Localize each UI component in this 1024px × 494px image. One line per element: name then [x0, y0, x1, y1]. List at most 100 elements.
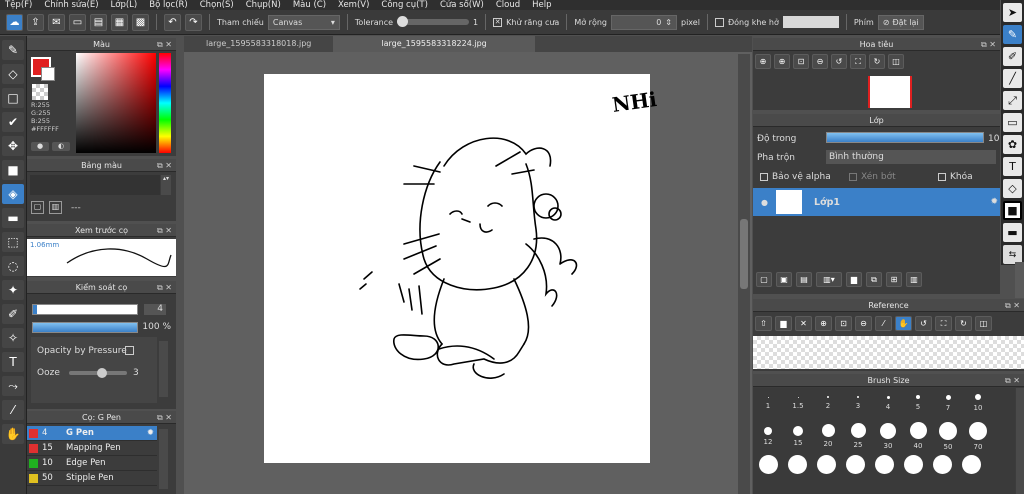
brush-size-cell[interactable]: 15	[783, 421, 813, 451]
tab-document-2[interactable]: large_1595583318224.jpg	[333, 36, 535, 52]
brush-size-cell[interactable]: 1	[753, 388, 783, 418]
menu-edit[interactable]: Chỉnh sửa(E)	[39, 0, 105, 10]
brush-dot[interactable]	[759, 455, 778, 474]
brush-item-stipple-pen[interactable]: 50 Stipple Pen	[27, 471, 157, 486]
zoom-in-icon[interactable]: ⊕	[755, 54, 771, 69]
rotate-left-icon[interactable]: ↺	[915, 316, 932, 331]
menu-file[interactable]: Tệp(F)	[0, 0, 39, 10]
brush-icon[interactable]: ✐	[1003, 47, 1022, 66]
palette-scroll[interactable]: ▴▾	[161, 175, 171, 195]
fill-square-icon[interactable]: ■	[2, 160, 24, 180]
panel-divider-arrow-icon[interactable]	[1015, 262, 1024, 298]
eye-icon[interactable]: ●	[761, 198, 768, 207]
eraser-icon[interactable]: ◇	[1003, 179, 1022, 198]
navigator-thumbnail[interactable]	[868, 76, 912, 108]
scrollbar[interactable]	[159, 429, 168, 489]
rotate-left-icon[interactable]: ↺	[831, 54, 847, 69]
check-brush-icon[interactable]: ✔	[2, 112, 24, 132]
curve-icon[interactable]: ⤢	[1003, 91, 1022, 110]
saturation-value-picker[interactable]	[76, 53, 156, 153]
text-icon[interactable]: T	[2, 352, 24, 372]
tolerance-slider[interactable]	[397, 16, 470, 27]
gradient-icon[interactable]: ▬	[2, 208, 24, 228]
slider-knob[interactable]	[397, 16, 409, 27]
brush-item-edge-pen[interactable]: 10 Edge Pen	[27, 456, 157, 471]
background-color[interactable]	[41, 67, 55, 81]
zoom-in-icon[interactable]: ⊕	[815, 316, 832, 331]
layer-menu-icon[interactable]: ▥▾	[816, 272, 842, 287]
brush-dot[interactable]	[846, 455, 865, 474]
menu-select[interactable]: Chọn(S)	[195, 0, 241, 10]
brush-size-cell[interactable]: 70	[963, 421, 993, 451]
panel-close-icon[interactable]: ⧉ ✕	[1005, 374, 1020, 387]
slider-knob[interactable]	[97, 368, 107, 378]
transform-icon[interactable]: ⤳	[2, 376, 24, 396]
brush-dot[interactable]	[904, 455, 923, 474]
brush-dot[interactable]	[875, 455, 894, 474]
menu-tools[interactable]: Công cụ(T)	[376, 0, 435, 10]
brush-size-cell[interactable]: 50	[933, 421, 963, 451]
move-icon[interactable]: ✥	[2, 136, 24, 156]
canvas-scrollbar[interactable]	[738, 54, 750, 494]
reference-image-area[interactable]	[753, 336, 1024, 369]
menu-cloud[interactable]: Cloud	[491, 0, 527, 10]
hue-slider[interactable]	[159, 53, 171, 153]
select-pen-icon[interactable]: ✐	[2, 304, 24, 324]
brush-size-slider[interactable]	[32, 304, 138, 315]
menu-window[interactable]: Cửa sổ(W)	[435, 0, 491, 10]
menu-view[interactable]: Xem(V)	[333, 0, 376, 10]
line-icon[interactable]: ╱	[1003, 69, 1022, 88]
color-mode-icon[interactable]: ●	[31, 142, 49, 151]
duplicate-icon[interactable]: ⧉	[866, 272, 882, 287]
close-icon[interactable]: ✕	[795, 316, 812, 331]
cloud-icon[interactable]: ☁	[6, 13, 23, 31]
trash-icon[interactable]: ▥	[49, 201, 62, 214]
brush-size-cell[interactable]: 3	[843, 388, 873, 418]
share-icon[interactable]: ⇪	[27, 13, 44, 31]
fit-icon[interactable]: ⊡	[793, 54, 809, 69]
flip-icon[interactable]: ◫	[888, 54, 904, 69]
brush-size-cell[interactable]: 5	[903, 388, 933, 418]
panel-close-icon[interactable]: ⧉ ✕	[157, 281, 172, 294]
grid-icon[interactable]: ▦	[111, 13, 128, 31]
scrollbar[interactable]	[1016, 388, 1024, 494]
menu-layer[interactable]: Lớp(L)	[106, 0, 145, 10]
brush-dot[interactable]	[788, 455, 807, 474]
reset-button[interactable]: ⊘ Đặt lại	[877, 14, 924, 30]
brush-item-mapping-pen[interactable]: 15 Mapping Pen	[27, 441, 157, 456]
text-icon[interactable]: T	[1003, 157, 1022, 176]
brush-size-value[interactable]: 4	[144, 304, 166, 315]
brush-dot[interactable]	[962, 455, 981, 474]
eyedropper-icon[interactable]: ⁄	[875, 316, 892, 331]
rect-select-icon[interactable]: ⬚	[2, 232, 24, 252]
document-icon[interactable]: ▤	[90, 13, 107, 31]
brush-size-cell[interactable]: 25	[843, 421, 873, 451]
brush-item-g-pen[interactable]: 4G Pen ✹	[27, 426, 157, 441]
pen-icon[interactable]: ✎	[2, 40, 24, 60]
lasso-icon[interactable]: ◌	[2, 256, 24, 276]
panel-close-icon[interactable]: ⧉ ✕	[157, 411, 172, 424]
opacity-slider[interactable]	[32, 322, 138, 333]
clipping-checkbox[interactable]	[849, 173, 857, 181]
brush-size-cell[interactable]: 40	[903, 421, 933, 451]
select-eraser-icon[interactable]: ✧	[2, 328, 24, 348]
flip-icon[interactable]: ◫	[975, 316, 992, 331]
brush-size-cell[interactable]: 30	[873, 421, 903, 451]
protect-alpha-checkbox[interactable]	[760, 173, 768, 181]
brush-size-cell[interactable]: 10	[963, 388, 993, 418]
new-layer-icon[interactable]: ▢	[756, 272, 772, 287]
new-vector-layer-icon[interactable]: ▣	[776, 272, 792, 287]
gap-color-swatch[interactable]	[782, 16, 839, 28]
panel-close-icon[interactable]: ⧉ ✕	[981, 38, 996, 51]
folder-icon[interactable]: ▆	[775, 316, 792, 331]
expand-stepper[interactable]: 0 ⇕	[611, 14, 677, 30]
comment-icon[interactable]: ✉	[48, 13, 65, 31]
reference-select[interactable]: Canvas ▾	[267, 14, 340, 30]
trash-icon[interactable]: ▥	[906, 272, 922, 287]
panel-close-icon[interactable]: ⧉ ✕	[157, 159, 172, 172]
eraser-icon[interactable]: ◇	[2, 64, 24, 84]
layer-row[interactable]: ● Lớp1 ✹	[753, 188, 1000, 216]
hand-icon[interactable]: ✋	[2, 424, 24, 444]
layer-opacity-slider[interactable]	[826, 132, 984, 143]
opacity-pressure-checkbox[interactable]	[125, 346, 134, 355]
